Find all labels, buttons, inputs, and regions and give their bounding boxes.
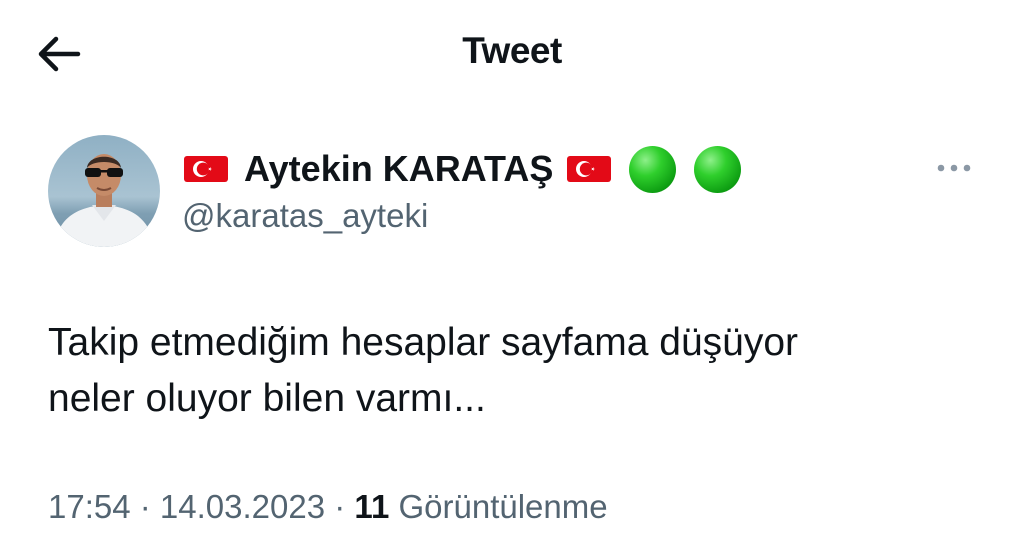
tweet-line: Takip etmediğim hesaplar sayfama düşüyor [48, 321, 799, 364]
meta-separator: · [130, 488, 160, 525]
more-options-button[interactable] [934, 158, 974, 178]
more-dots-icon [937, 164, 971, 172]
green-circle-icon [629, 145, 677, 193]
tweet-line: neler oluyor bilen varmı... [48, 377, 486, 420]
tweet-time[interactable]: 17:54 [48, 488, 131, 525]
views-count: 11 [354, 488, 390, 525]
turkish-flag-icon [184, 156, 228, 182]
tweet-meta: 17:54 · 14.03.2023 · 11 Görüntülenme [48, 488, 608, 526]
green-circle-icon [694, 145, 742, 193]
page-title: Tweet [462, 30, 562, 71]
views-label: Görüntülenme [398, 488, 608, 525]
author-name-row: Aytekin KARATAŞ [184, 145, 742, 193]
turkish-flag-icon [567, 156, 612, 182]
tweet-text: Takip etmediğim hesaplar sayfama düşüyor… [48, 315, 948, 427]
avatar[interactable] [48, 135, 160, 247]
top-bar: Tweet [0, 0, 1024, 110]
author-name[interactable]: Aytekin KARATAŞ [244, 148, 553, 190]
author-handle[interactable]: @karatas_ayteki [182, 197, 428, 235]
tweet-date[interactable]: 14.03.2023 [160, 488, 325, 525]
meta-separator: · [325, 488, 355, 525]
